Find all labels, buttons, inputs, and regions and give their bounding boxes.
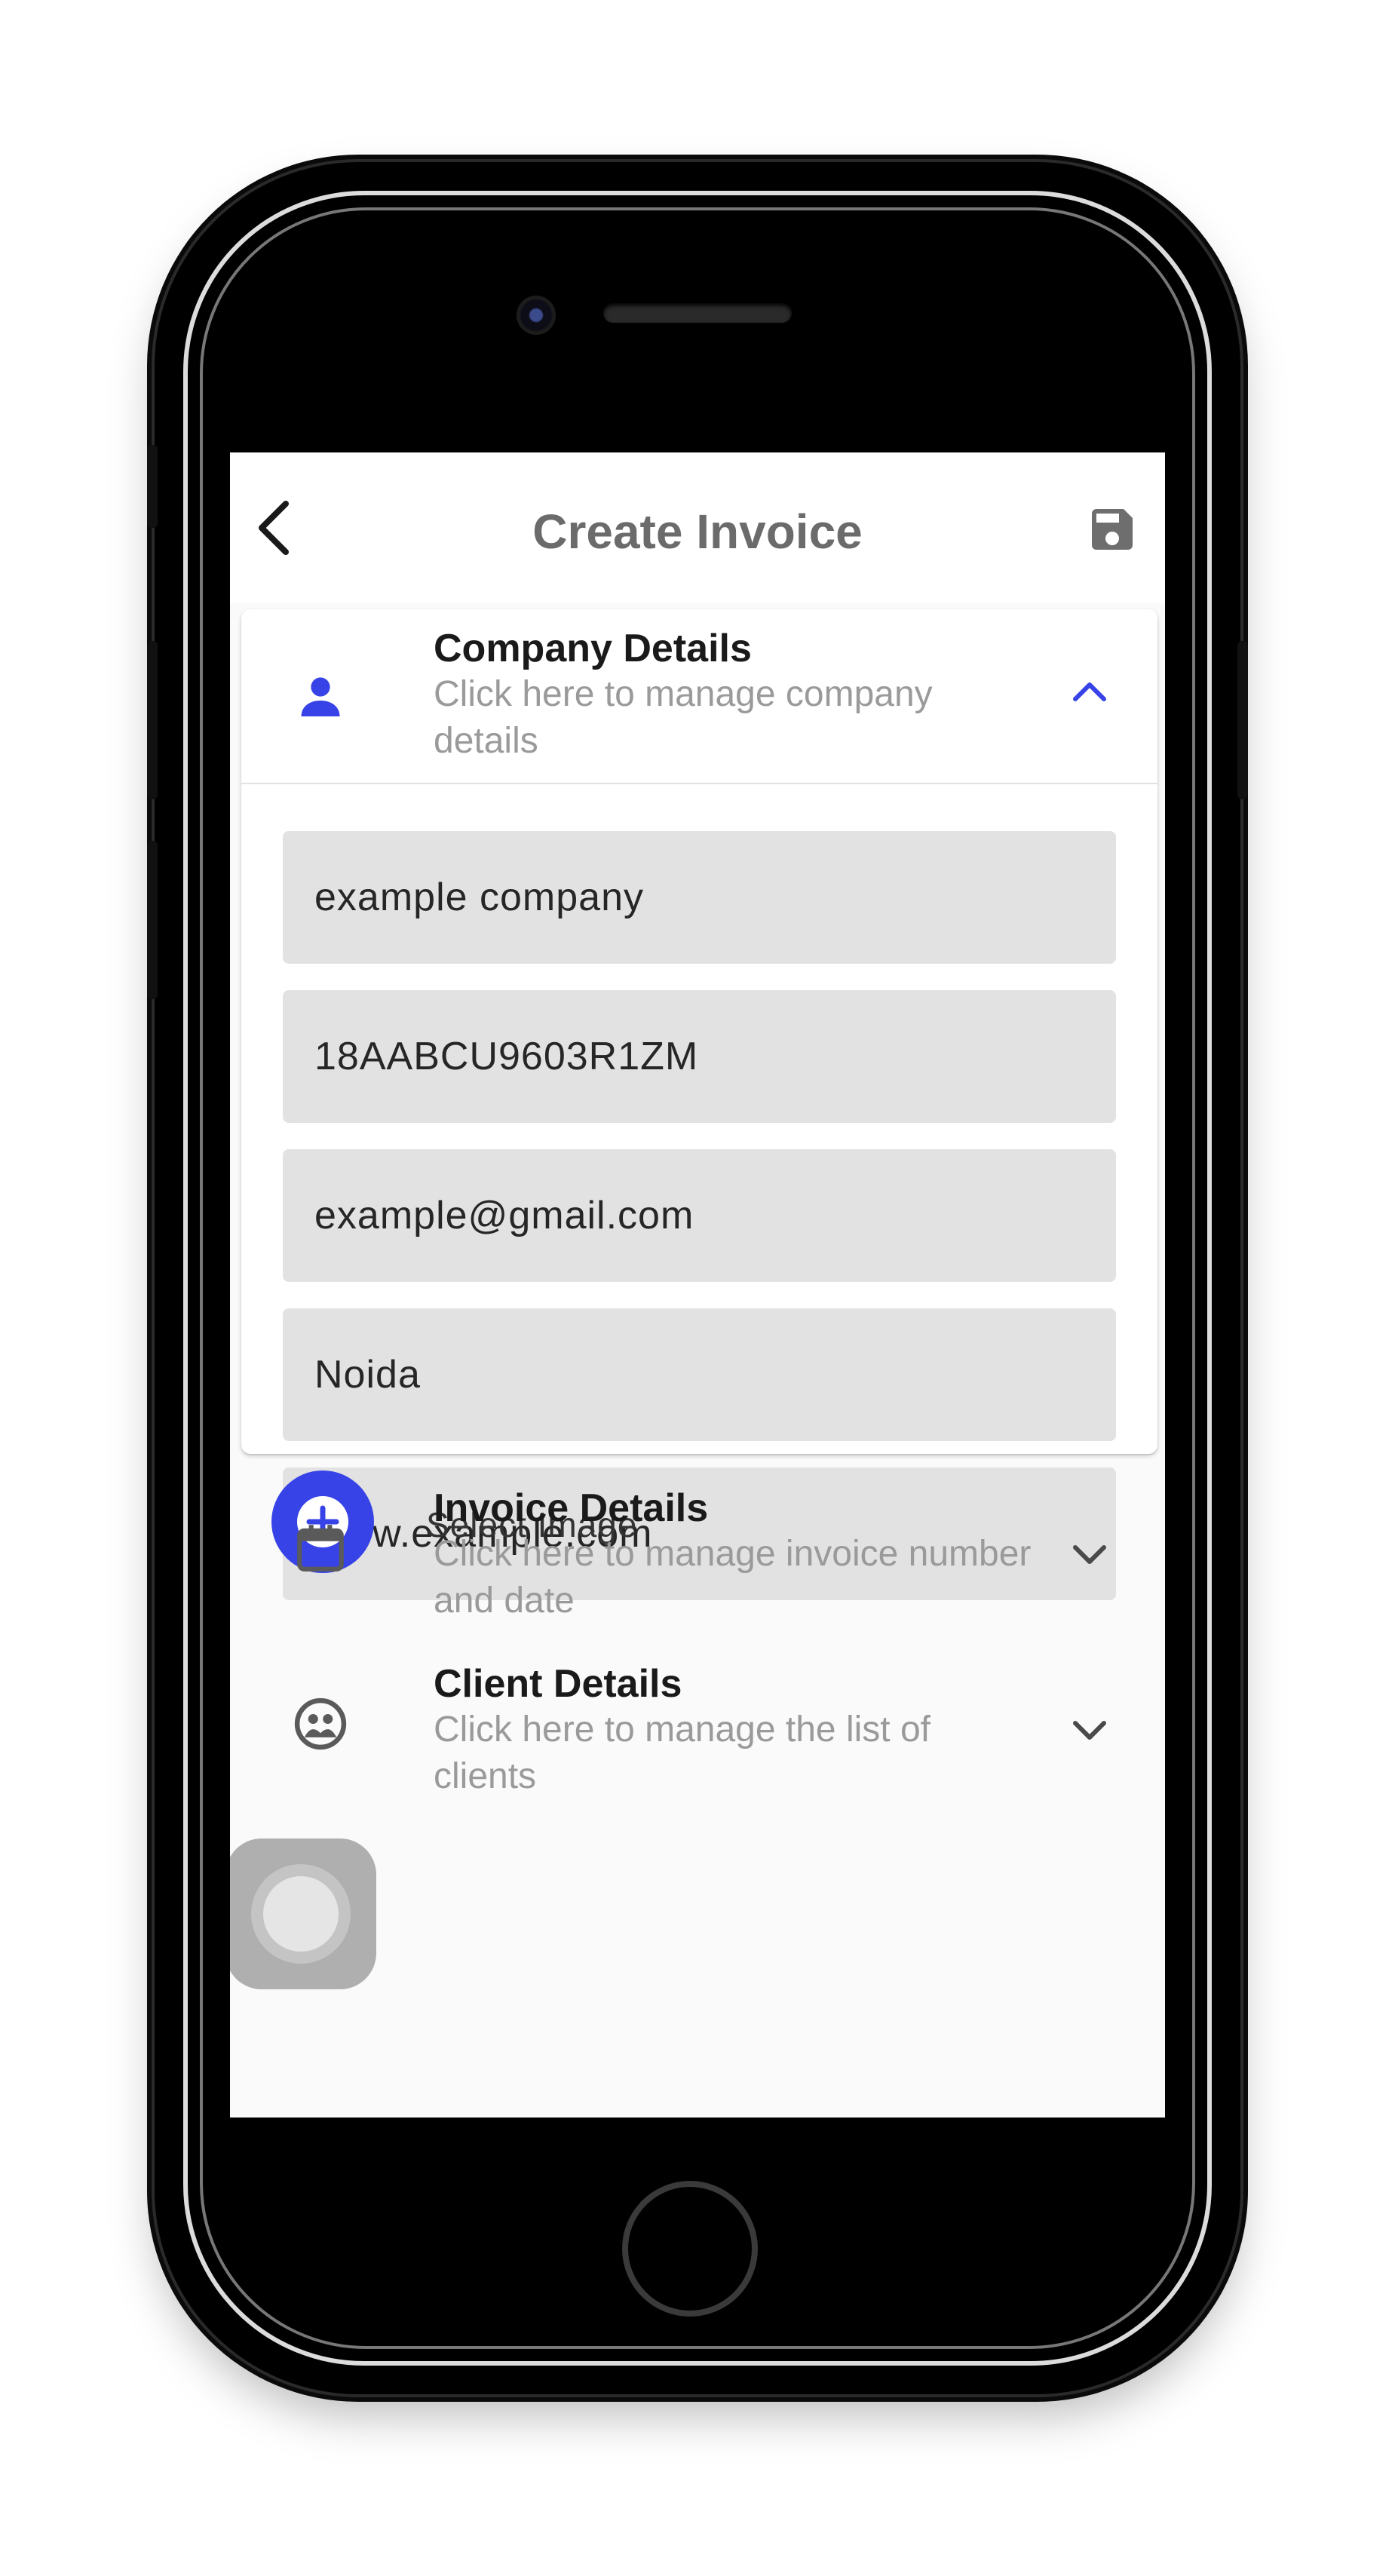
floppy-disk-icon [1092,509,1133,550]
assistive-touch-button[interactable] [230,1838,376,1989]
app-screen: Create Invoice Company Details Click her… [230,452,1165,2118]
company-gstin-field[interactable]: 18AABCU9603R1ZM [283,990,1116,1123]
client-details-header[interactable]: Client Details Click here to manage the … [241,1645,1157,1818]
earpiece-speaker [603,303,792,323]
invoice-details-header[interactable]: Invoice Details Click here to manage inv… [241,1469,1157,1642]
company-details-subtitle: Click here to manage company details [434,674,933,761]
company-details-header[interactable]: Company Details Click here to manage com… [241,609,1157,784]
company-details-title: Company Details [434,627,752,670]
mute-switch [147,445,158,528]
chevron-up-icon[interactable] [1063,664,1116,717]
client-details-subtitle: Click here to manage the list of clients [434,1710,931,1796]
client-details-title: Client Details [434,1662,682,1706]
company-address-field[interactable]: Noida [283,1308,1116,1441]
company-email-field[interactable]: example@gmail.com [283,1149,1116,1282]
chevron-down-icon[interactable] [1063,1529,1116,1582]
power-button [1237,641,1248,799]
person-icon [287,662,354,730]
assistive-touch-center [263,1876,339,1952]
volume-up-button [147,641,158,799]
people-circle-icon [287,1690,354,1758]
company-name-field[interactable]: example company [283,831,1116,964]
volume-down-button [147,841,158,999]
calendar-icon [287,1514,354,1582]
invoice-details-subtitle: Click here to manage invoice number and … [434,1534,1032,1621]
app-bar: Create Invoice [230,452,1165,603]
page-title: Create Invoice [532,504,863,559]
home-button[interactable] [622,2181,758,2317]
save-button[interactable] [1082,499,1142,560]
company-details-card: Company Details Click here to manage com… [241,609,1157,1600]
chevron-down-icon[interactable] [1063,1705,1116,1758]
invoice-details-title: Invoice Details [434,1486,709,1530]
front-camera [517,296,556,335]
